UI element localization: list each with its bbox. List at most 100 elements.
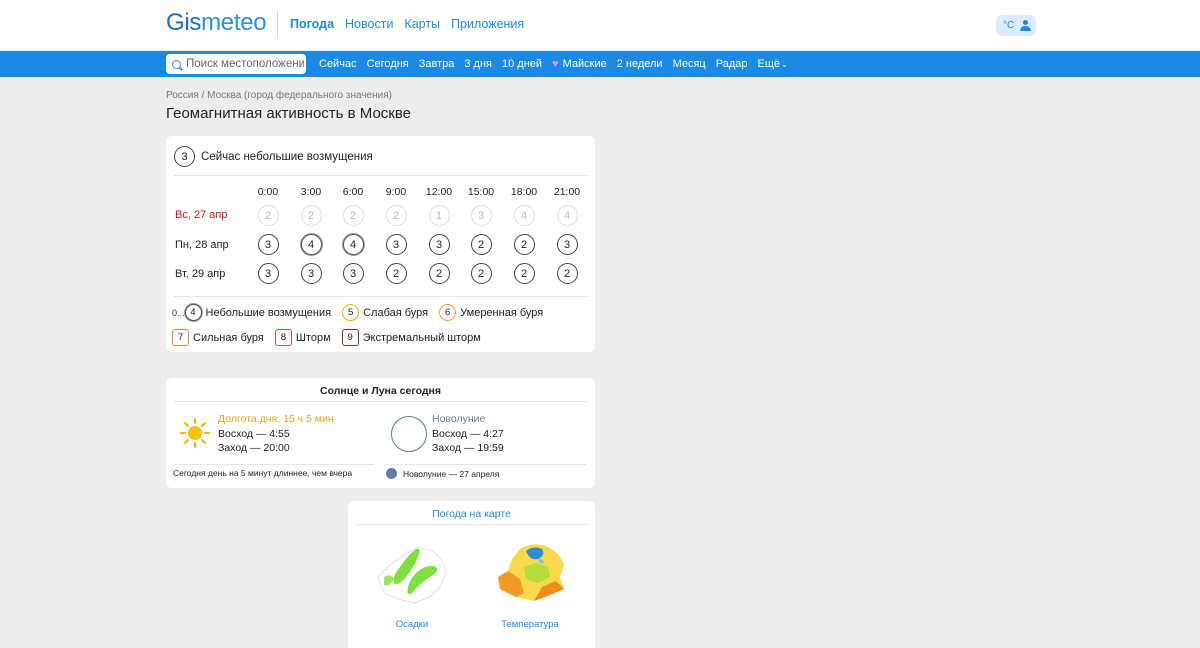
kp-value-badge: 3 [342,263,364,284]
kp-cell: 2 [376,205,416,226]
kp-value-badge: 4 [342,234,364,255]
sunrise-time: Восход — 4:55 [218,427,290,440]
kp-cell: 3 [547,234,587,255]
kp-value-badge: 4 [556,205,578,226]
kp-cell: 3 [248,263,288,284]
subnav-3days[interactable]: 3 дня [464,58,492,70]
kp-cell: 2 [461,234,501,255]
hour-header: 15:00 [467,186,495,198]
legend-item-gale: 8 Шторм [274,329,331,346]
geomagnetic-card: 3 Сейчас небольшие возмущения 0:00 3:00 6:… [166,136,595,352]
kp-cell: 3 [419,234,459,255]
kp-cell: 2 [248,205,288,226]
kp-value-badge: 1 [428,205,450,226]
daylight-change-note: Сегодня день на 5 минут длиннее, чем вче… [173,468,353,478]
units-user-button[interactable]: °C [996,15,1036,36]
subnav-today[interactable]: Сегодня [367,58,409,70]
maps-title[interactable]: Погода на карте [348,508,595,520]
kp-value-badge: 2 [257,205,279,226]
temperature-map-thumbnail[interactable] [490,537,570,607]
user-icon [1020,20,1031,31]
nav-weather[interactable]: Погода [290,17,334,31]
kp-cell: 2 [291,205,331,226]
kp-cell: 4 [547,205,587,226]
weather-maps-card: Погода на карте Осадки Температура [348,501,595,648]
sun-icon [180,418,210,448]
kp-cell: 4 [291,234,331,255]
subnav-month[interactable]: Месяц [673,58,706,70]
hour-header: 6:00 [342,186,364,198]
legend-item-strong-storm: 7 Сильная буря [172,329,264,346]
kp-value-badge: 2 [556,263,578,284]
tulip-icon: ♥ [552,58,559,70]
moon-info: Новолуние Восход — 4:27 Заход — 19:59 [432,412,504,456]
kp-cell: 3 [248,234,288,255]
kp-value-badge: 4 [513,205,535,226]
subnav-2weeks[interactable]: 2 недели [617,58,663,70]
sunset-time: Заход — 20:00 [218,442,290,454]
kp-value-badge: 2 [342,205,364,226]
search-icon [172,59,181,69]
kp-value-badge: 4 [300,234,322,255]
kp-value-badge: 2 [513,263,535,284]
moon-phase-icon [391,416,427,452]
divider [386,464,586,465]
hour-header: 18:00 [510,186,538,198]
kp-cell: 2 [333,205,373,226]
subnav-radar[interactable]: Радар [716,58,748,70]
legend-item-moderate-storm: 6 Умеренная буря [439,304,543,321]
subnav-now[interactable]: Сейчас [319,58,357,70]
subnav-more[interactable]: Ещё⌄ [757,58,787,70]
top-header: Gismeteo Погода Новости Карты Приложения… [0,0,1200,50]
kp-cell: 3 [333,263,373,284]
divider [174,464,374,465]
nav-maps[interactable]: Карты [404,17,440,31]
kp-value-badge: 2 [513,234,535,255]
kp-value-badge: 2 [470,263,492,284]
kp-cell: 3 [461,205,501,226]
kp-value-badge: 2 [385,263,407,284]
gismeteo-logo[interactable]: Gismeteo [166,9,267,37]
hour-header: 3:00 [300,186,322,198]
forecast-nav: Сейчас Сегодня Завтра 3 дня 10 дней ♥ Май… [319,58,798,70]
breadcrumb[interactable]: Россия / Москва (город федерального знач… [166,90,392,101]
kp-value-badge: 3 [300,263,322,284]
moon-phase: Новолуние [432,413,486,425]
precipitation-map-thumbnail[interactable] [370,537,450,607]
page-title: Геомагнитная активность в Москве [166,105,411,122]
kp-cell: 4 [504,205,544,226]
kp-value-badge: 2 [385,205,407,226]
kp-value-badge: 3 [470,205,492,226]
nav-apps[interactable]: Приложения [451,17,524,31]
kp-cell: 2 [376,263,416,284]
search-box[interactable] [166,54,306,74]
sun-moon-title: Солнце и Луна сегодня [320,385,441,397]
moonrise-time: Восход — 4:27 [432,427,504,440]
divider [174,401,587,402]
kp-cell: 2 [419,263,459,284]
moon-dot-icon [386,468,397,479]
kp-cell: 1 [419,205,459,226]
hour-header: 12:00 [425,186,453,198]
kp-cell: 2 [461,263,501,284]
kp-cell: 2 [547,263,587,284]
nav-news[interactable]: Новости [345,17,393,31]
subnav-tomorrow[interactable]: Завтра [419,58,455,70]
day-label-sun: Вс, 27 апр [175,209,228,221]
day-label-tue: Вт, 29 апр [175,268,226,280]
divider [174,296,587,297]
kp-cell: 3 [291,263,331,284]
kp-value-badge: 2 [300,205,322,226]
subnav-may-holidays[interactable]: ♥ Майские [552,58,607,70]
next-moon-phase: Новолуние — 27 апреля [386,468,499,479]
kp-cell: 2 [504,263,544,284]
current-activity: 3 Сейчас небольшие возмущения [174,146,373,167]
search-input[interactable] [186,58,304,70]
sun-info: Долгота дня: 15 ч 5 мин Восход — 4:55 За… [218,412,334,456]
kp-cell: 4 [333,234,373,255]
map-link-precipitation[interactable]: Осадки [362,619,462,630]
map-link-temperature[interactable]: Температура [480,619,580,630]
subnav-10days[interactable]: 10 дней [502,58,542,70]
chevron-down-icon: ⌄ [781,60,788,69]
kp-value-badge: 3 [257,234,279,255]
